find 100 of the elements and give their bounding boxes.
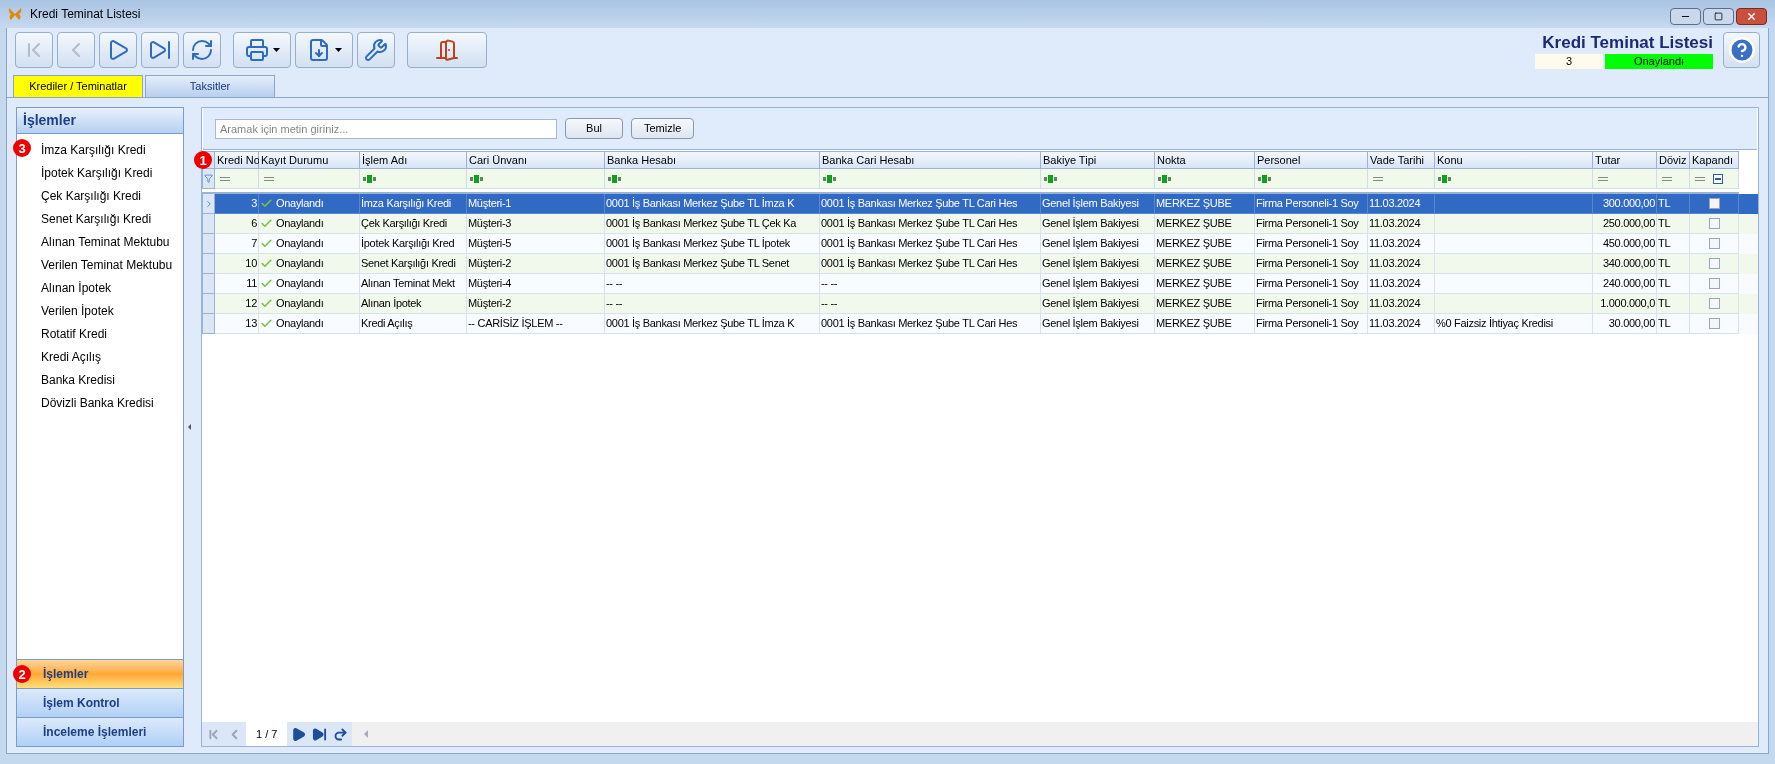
row-selector[interactable] xyxy=(202,194,215,214)
filter-cell[interactable] xyxy=(1657,169,1690,189)
filter-cell[interactable] xyxy=(215,169,259,189)
maximize-icon xyxy=(1714,12,1723,21)
close-button[interactable] xyxy=(1736,8,1767,25)
column-header[interactable]: Cari Ünvanı xyxy=(467,151,605,169)
search-action-button[interactable]: Temizle xyxy=(631,118,695,139)
column-header[interactable]: Tutar xyxy=(1593,151,1657,169)
last-button[interactable] xyxy=(141,32,179,68)
scroll-left-icon xyxy=(364,730,369,738)
closed-checkbox[interactable] xyxy=(1708,298,1720,309)
table-row[interactable]: 12 Onaylandı Alınan İpotek Müşteri-2 -- -- -- -- Genel İşlem Bakiyesi MERKEZ ŞUBE Firma Personeli-1 Soy 11.03.2024 1.000.000,0 TL xyxy=(202,294,1758,314)
dropdown-caret-icon xyxy=(334,48,342,52)
sidebar-item[interactable]: Senet Karşılığı Kredi xyxy=(41,211,183,227)
filter-cell[interactable] xyxy=(1155,169,1255,189)
row-selector[interactable] xyxy=(202,294,215,314)
tab[interactable]: Krediler / Teminatlar xyxy=(13,75,143,97)
last-icon xyxy=(312,726,328,742)
sidebar-item[interactable]: İmza Karşılığı Kredi xyxy=(41,142,183,158)
sidebar-item[interactable]: Alınan Teminat Mektubu xyxy=(41,234,183,250)
search-field[interactable]: Aramak için metin giriniz... xyxy=(215,118,557,139)
section-button[interactable]: İşlem Kontrol xyxy=(17,688,183,717)
column-header[interactable]: Konu xyxy=(1435,151,1593,169)
sidebar-item[interactable]: Rotatif Kredi xyxy=(41,326,183,342)
last-button[interactable] xyxy=(312,726,328,742)
page-indicator: 1 / 7 xyxy=(246,722,288,746)
column-header[interactable]: Vade Tarihi xyxy=(1368,151,1435,169)
sidebar-item[interactable]: Çek Karşılığı Kredi xyxy=(41,188,183,204)
closed-checkbox[interactable] xyxy=(1708,258,1720,269)
filter-cell[interactable] xyxy=(360,169,467,189)
sidebar-item[interactable]: Verilen Teminat Mektubu xyxy=(41,257,183,273)
filter-cell[interactable] xyxy=(1690,169,1739,189)
closed-checkbox[interactable] xyxy=(1708,278,1720,289)
closed-checkbox[interactable] xyxy=(1708,198,1720,209)
column-header[interactable]: Personel xyxy=(1255,151,1368,169)
row-selector[interactable] xyxy=(202,214,215,234)
checkbox-filter-icon[interactable] xyxy=(1713,173,1723,184)
column-header[interactable]: İşlem Adı xyxy=(360,151,467,169)
row-selector[interactable] xyxy=(202,254,215,274)
column-header[interactable]: Banka Hesabı xyxy=(605,151,820,169)
next-button[interactable] xyxy=(99,32,137,68)
table-row[interactable] xyxy=(202,254,1758,274)
sidebar-item[interactable]: İpotek Karşılığı Kredi xyxy=(41,165,183,181)
equals-filter-icon xyxy=(1695,176,1705,181)
filter-cell[interactable] xyxy=(1255,169,1368,189)
export-button[interactable] xyxy=(295,32,353,68)
table-row[interactable]: 11 Onaylandı Alınan Teminat Mekt Müşteri-4 -- -- -- -- Genel İşlem Bakiyesi MERKEZ ŞUBE Firma Personeli-1 Soy 11.03.2024 240.000,00 TL xyxy=(202,274,1758,294)
column-header[interactable]: Kapandı xyxy=(1690,151,1739,169)
row-selector[interactable] xyxy=(202,314,215,334)
sidebar-item[interactable]: Verilen İpotek xyxy=(41,303,183,319)
table-cell: %0 Faizsiz İhtiyaç Kredisi xyxy=(1435,314,1593,334)
column-header[interactable]: Kayıt Durumu xyxy=(259,151,360,169)
marker-badge: 3 xyxy=(13,139,31,157)
column-header[interactable]: Nokta xyxy=(1155,151,1255,169)
sidebar-item[interactable]: Alınan İpotek xyxy=(41,280,183,296)
tools-button[interactable] xyxy=(357,32,395,68)
filter-cell[interactable] xyxy=(1368,169,1435,189)
text-filter-icon xyxy=(1044,174,1058,183)
filter-cell[interactable] xyxy=(605,169,820,189)
filter-cell[interactable] xyxy=(820,169,1041,189)
exit-button[interactable] xyxy=(407,32,487,68)
table-row[interactable] xyxy=(202,234,1758,254)
row-selector[interactable] xyxy=(202,274,215,294)
sidebar-item[interactable]: Kredi Açılış xyxy=(41,349,183,365)
minimize-button[interactable] xyxy=(1670,8,1701,25)
sidebar-item[interactable]: Dövizli Banka Kredisi xyxy=(41,395,183,411)
next-button[interactable] xyxy=(291,726,307,742)
closed-checkbox[interactable] xyxy=(1708,218,1720,229)
column-header[interactable]: Bakiye Tipi xyxy=(1041,151,1155,169)
tab[interactable]: Taksitler xyxy=(145,75,275,97)
column-header[interactable]: Döviz xyxy=(1657,151,1690,169)
print-button[interactable] xyxy=(233,32,291,68)
filter-cell[interactable] xyxy=(467,169,605,189)
column-header[interactable]: Banka Cari Hesabı xyxy=(820,151,1041,169)
table-cell-text: Onaylandı xyxy=(276,316,324,331)
approved-check-icon xyxy=(260,257,273,270)
refresh-button[interactable] xyxy=(183,32,221,68)
table-row[interactable]: 6 Onaylandı Çek Karşılığı Kredi Müşteri-3 0001 İş Bankası Merkez Şube TL Çek Ka 0001 İş Bankası Merkez Şube TL Cari Hes Genel İşlem Bakiyesi MERKEZ ŞUBE Firma Personeli-1 Soy 11.03.2024 250.000,00 TL xyxy=(202,214,1758,234)
form-title: Kredi Teminat Listesi xyxy=(1542,32,1713,54)
filter-cell[interactable] xyxy=(1435,169,1593,189)
table-cell: Genel İşlem Bakiyesi xyxy=(1041,314,1155,334)
filter-cell[interactable] xyxy=(1593,169,1657,189)
table-cell-text: Onaylandı xyxy=(276,296,324,311)
exit-door-icon xyxy=(435,38,459,62)
maximize-button[interactable] xyxy=(1703,8,1734,25)
refresh-icon xyxy=(333,726,349,742)
refresh-button[interactable] xyxy=(333,726,349,742)
column-header[interactable]: Kredi No xyxy=(215,151,259,169)
row-selector[interactable] xyxy=(202,234,215,254)
search-action-button[interactable]: Bul xyxy=(565,118,623,139)
sidebar-item[interactable]: Banka Kredisi xyxy=(41,372,183,388)
closed-checkbox[interactable] xyxy=(1708,318,1720,329)
section-button[interactable]: İnceleme İşlemleri xyxy=(17,717,183,746)
filter-cell[interactable] xyxy=(259,169,360,189)
closed-checkbox[interactable] xyxy=(1708,238,1720,249)
next-icon xyxy=(291,726,307,742)
table-row[interactable] xyxy=(202,314,1758,334)
help-button[interactable] xyxy=(1723,32,1760,68)
filter-cell[interactable] xyxy=(1041,169,1155,189)
table-row[interactable]: 3 Onaylandı İmza Karşılığı Kredi Müşteri-1 0001 İş Bankası Merkez Şube TL İmza K 0001 İş Bankası Merkez Şube TL Cari Hes Genel İşlem Bakiyesi MERKEZ ŞUBE Firma Personeli-1 Soy 11.03.2024 300.000,00 TL xyxy=(202,194,1758,214)
